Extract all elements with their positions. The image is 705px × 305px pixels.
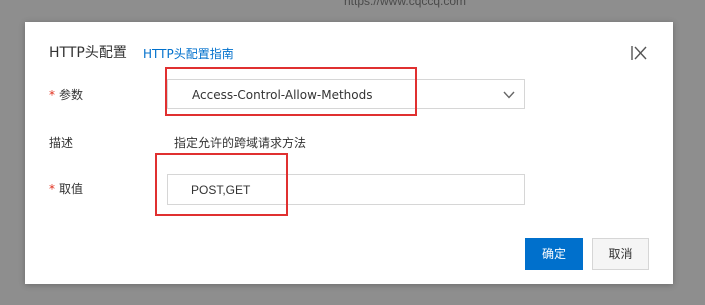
- value-required-mark: *: [49, 182, 55, 196]
- param-select-value: Access-Control-Allow-Methods: [192, 88, 373, 102]
- value-input[interactable]: [167, 174, 525, 205]
- http-header-guide-link[interactable]: HTTP头配置指南: [143, 46, 234, 62]
- description-label: 描述: [49, 136, 74, 150]
- chevron-down-icon: [503, 91, 515, 99]
- param-label: 参数: [59, 88, 84, 102]
- dialog-title: HTTP头配置: [49, 45, 127, 61]
- param-required-mark: *: [49, 88, 55, 102]
- value-label-row: * 取值: [49, 181, 83, 197]
- http-header-config-dialog: HTTP头配置 HTTP头配置指南 * 参数 Access-Control-All…: [25, 22, 673, 284]
- description-text: 指定允许的跨域请求方法: [174, 136, 307, 150]
- param-label-row: * 参数: [49, 87, 83, 103]
- cancel-button[interactable]: 取消: [592, 238, 649, 270]
- close-icon: [631, 46, 647, 60]
- background-url-text: https://www.cqccq.com: [344, 0, 467, 8]
- value-label: 取值: [59, 182, 84, 196]
- confirm-button[interactable]: 确定: [525, 238, 583, 270]
- close-button[interactable]: [628, 42, 650, 64]
- param-select[interactable]: Access-Control-Allow-Methods: [167, 79, 525, 109]
